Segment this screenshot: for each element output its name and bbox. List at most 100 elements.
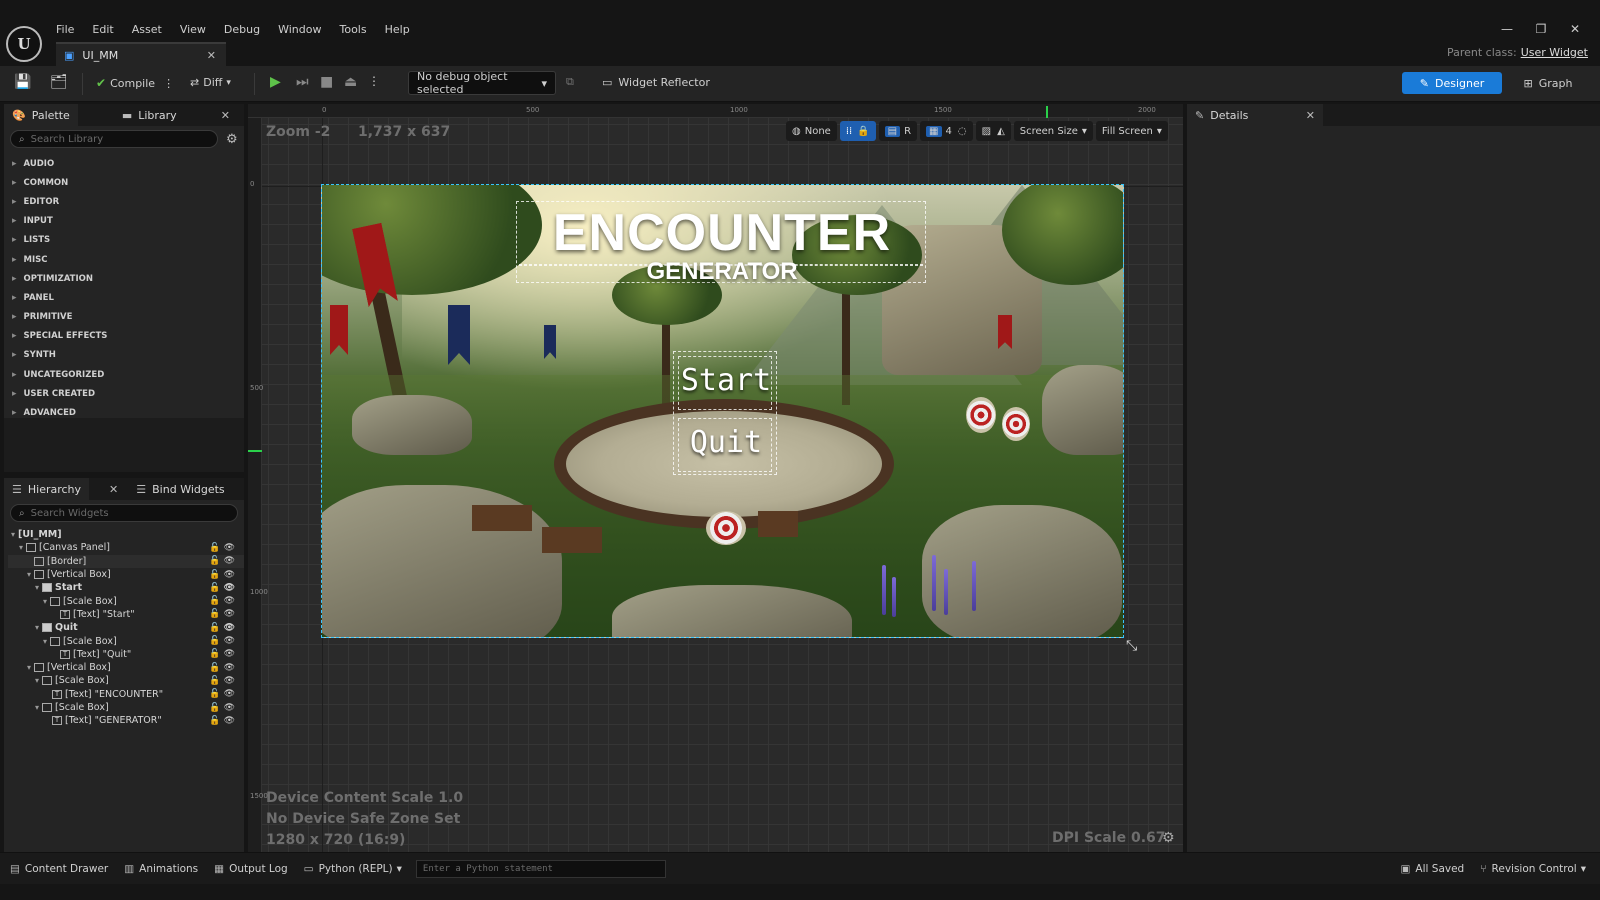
lock-visibility-icons[interactable]: 🔓👁 xyxy=(209,676,238,686)
menu-file[interactable]: File xyxy=(56,23,74,36)
close-icon[interactable]: ✕ xyxy=(1306,109,1315,122)
collapse-icon[interactable]: ▾ xyxy=(32,583,42,592)
lock-visibility-icons[interactable]: 🔓👁 xyxy=(209,636,238,646)
menu-edit[interactable]: Edit xyxy=(92,23,113,36)
animations-button[interactable]: ▥ Animations xyxy=(124,863,198,875)
menu-view[interactable]: View xyxy=(180,23,206,36)
unreal-logo-icon[interactable]: U xyxy=(6,26,42,62)
collapse-icon[interactable]: ▾ xyxy=(8,530,18,539)
document-tab[interactable]: ▣ UI_MM ✕ xyxy=(56,42,226,66)
compile-button[interactable]: ✔ Compile ⋮ xyxy=(96,76,174,90)
collapse-icon[interactable]: ▾ xyxy=(24,663,34,672)
browse-icon[interactable]: 🗂 xyxy=(50,74,68,90)
lock-visibility-icons[interactable]: 🔓👁 xyxy=(209,689,238,699)
lock-visibility-icons[interactable]: 🔓👁 xyxy=(209,609,238,619)
screen-size-select[interactable]: Screen Size ▾ xyxy=(1013,121,1093,141)
widget-reflector-button[interactable]: ▭ Widget Reflector xyxy=(602,76,710,89)
tree-row-vertical-box[interactable]: ▾ [Vertical Box] 🔓👁 xyxy=(8,568,244,581)
category-uncategorized[interactable]: UNCATEGORIZED xyxy=(4,365,244,384)
tree-row-vertical-box[interactable]: ▾ [Vertical Box] 🔓👁 xyxy=(8,661,244,674)
eject-icon[interactable]: ⏏ xyxy=(344,74,357,90)
tree-row-quit[interactable]: ▾ Quit 🔓👁 xyxy=(8,621,244,634)
category-user-created[interactable]: USER CREATED xyxy=(4,384,244,403)
lock-visibility-icons[interactable]: 🔓👁 xyxy=(209,596,238,606)
tree-row-scale-box[interactable]: ▾ [Scale Box] 🔓👁 xyxy=(8,674,244,687)
collapse-icon[interactable]: ▾ xyxy=(16,543,26,552)
tab-hierarchy[interactable]: ☰ Hierarchy xyxy=(4,478,90,500)
tree-row-scale-box[interactable]: ▾ [Scale Box] 🔓👁 xyxy=(8,594,244,607)
tree-row-start[interactable]: ▾ Start 🔓👁 xyxy=(8,581,244,594)
tree-row-text-encounter[interactable]: T [Text] "ENCOUNTER" 🔓👁 xyxy=(8,688,244,701)
category-optimization[interactable]: OPTIMIZATION xyxy=(4,269,244,288)
save-icon[interactable]: 💾 xyxy=(14,74,31,90)
content-drawer-button[interactable]: ▤ Content Drawer xyxy=(10,863,108,875)
diff-button[interactable]: ⇄ Diff ▾ xyxy=(190,76,231,89)
tree-row-text-quit[interactable]: T [Text] "Quit" 🔓👁 xyxy=(8,648,244,661)
menu-vertical-box[interactable]: Start Quit xyxy=(673,351,777,475)
tree-row-text-start[interactable]: T [Text] "Start" 🔓👁 xyxy=(8,608,244,621)
tree-row-text-generator[interactable]: T [Text] "GENERATOR" 🔓👁 xyxy=(8,714,244,727)
category-editor[interactable]: EDITOR xyxy=(4,192,244,211)
close-icon[interactable]: ✕ xyxy=(221,109,230,122)
collapse-icon[interactable]: ▾ xyxy=(32,676,42,685)
lock-visibility-icons[interactable]: 🔓👁 xyxy=(209,583,238,593)
minimize-icon[interactable]: — xyxy=(1490,22,1524,36)
close-window-icon[interactable]: ✕ xyxy=(1558,22,1592,36)
category-panel[interactable]: PANEL xyxy=(4,288,244,307)
title-generator-text[interactable]: GENERATOR xyxy=(517,260,927,284)
tree-row-border[interactable]: [Border] 🔓👁 xyxy=(8,554,244,568)
title-vertical-box[interactable]: ENCOUNTER GENERATOR xyxy=(516,201,927,284)
collapse-icon[interactable]: ▾ xyxy=(24,570,34,579)
tab-palette[interactable]: 🎨 Palette xyxy=(4,104,78,126)
start-button[interactable]: Start xyxy=(678,356,772,410)
title-encounter-text[interactable]: ENCOUNTER xyxy=(517,206,927,260)
menu-window[interactable]: Window xyxy=(278,23,321,36)
category-synth[interactable]: SYNTH xyxy=(4,346,244,365)
widget-preview[interactable]: ENCOUNTER GENERATOR Start Quit xyxy=(321,184,1124,638)
lock-visibility-icons[interactable]: 🔓👁 xyxy=(209,556,238,566)
lock-visibility-icons[interactable]: 🔓👁 xyxy=(209,649,238,659)
collapse-icon[interactable]: ▾ xyxy=(32,623,42,632)
lock-visibility-icons[interactable]: 🔓👁 xyxy=(209,663,238,673)
python-command-input[interactable]: Enter a Python statement xyxy=(415,859,666,878)
tab-bind-widgets[interactable]: ☰ Bind Widgets xyxy=(128,478,232,500)
grid-snap-toggle[interactable]: ▦ 4 ◌ xyxy=(920,121,973,141)
output-log-button[interactable]: ▦ Output Log xyxy=(214,863,288,875)
menu-asset[interactable]: Asset xyxy=(132,23,162,36)
compile-options-icon[interactable]: ⋮ xyxy=(163,77,174,90)
lock-visibility-icons[interactable]: 🔓👁 xyxy=(209,703,238,713)
category-input[interactable]: INPUT xyxy=(4,212,244,231)
stop-icon[interactable]: ■ xyxy=(320,74,333,90)
debug-object-select[interactable]: No debug object selected ▾ xyxy=(408,70,556,96)
restore-icon[interactable]: ❐ xyxy=(1524,22,1558,36)
collapse-icon[interactable]: ▾ xyxy=(40,637,50,646)
lock-visibility-icons[interactable]: 🔓👁 xyxy=(209,716,238,726)
play-icon[interactable]: ▶ xyxy=(270,74,281,90)
step-icon[interactable]: ⏭ xyxy=(296,74,309,90)
category-lists[interactable]: LISTS xyxy=(4,231,244,250)
close-icon[interactable]: ✕ xyxy=(109,483,118,496)
outline-toggle[interactable]: ▤ R xyxy=(878,121,918,141)
play-options-icon[interactable]: ⋮ xyxy=(368,74,380,88)
lock-visibility-icons[interactable]: 🔓👁 xyxy=(209,570,238,580)
collapse-icon[interactable]: ▾ xyxy=(40,597,50,606)
category-primitive[interactable]: PRIMITIVE xyxy=(4,308,244,327)
preview-image-toggle[interactable]: ▨ ◭ xyxy=(975,121,1011,141)
debug-filter-icon[interactable]: ⧉ xyxy=(566,75,574,89)
designer-mode-button[interactable]: ✎ Designer xyxy=(1402,72,1502,94)
gear-icon[interactable]: ⚙ xyxy=(226,132,238,147)
library-search-input[interactable]: ⌕ Search Library xyxy=(10,130,218,148)
category-special-effects[interactable]: SPECIAL EFFECTS xyxy=(4,327,244,346)
python-console-select[interactable]: ▭ Python (REPL) ▾ xyxy=(304,863,402,875)
lock-visibility-icons[interactable]: 🔓👁 xyxy=(209,623,238,633)
menu-tools[interactable]: Tools xyxy=(339,23,366,36)
all-saved-button[interactable]: ▣ All Saved xyxy=(1401,863,1465,875)
menu-help[interactable]: Help xyxy=(385,23,410,36)
close-tab-icon[interactable]: ✕ xyxy=(207,49,216,62)
menu-debug[interactable]: Debug xyxy=(224,23,260,36)
category-common[interactable]: COMMON xyxy=(4,173,244,192)
tree-row-scale-box[interactable]: ▾ [Scale Box] 🔓👁 xyxy=(8,701,244,714)
fill-screen-select[interactable]: Fill Screen ▾ xyxy=(1095,121,1168,141)
gear-icon[interactable]: ⚙ xyxy=(1162,830,1175,846)
resize-handle-icon[interactable]: ⤡ xyxy=(1126,638,1137,654)
